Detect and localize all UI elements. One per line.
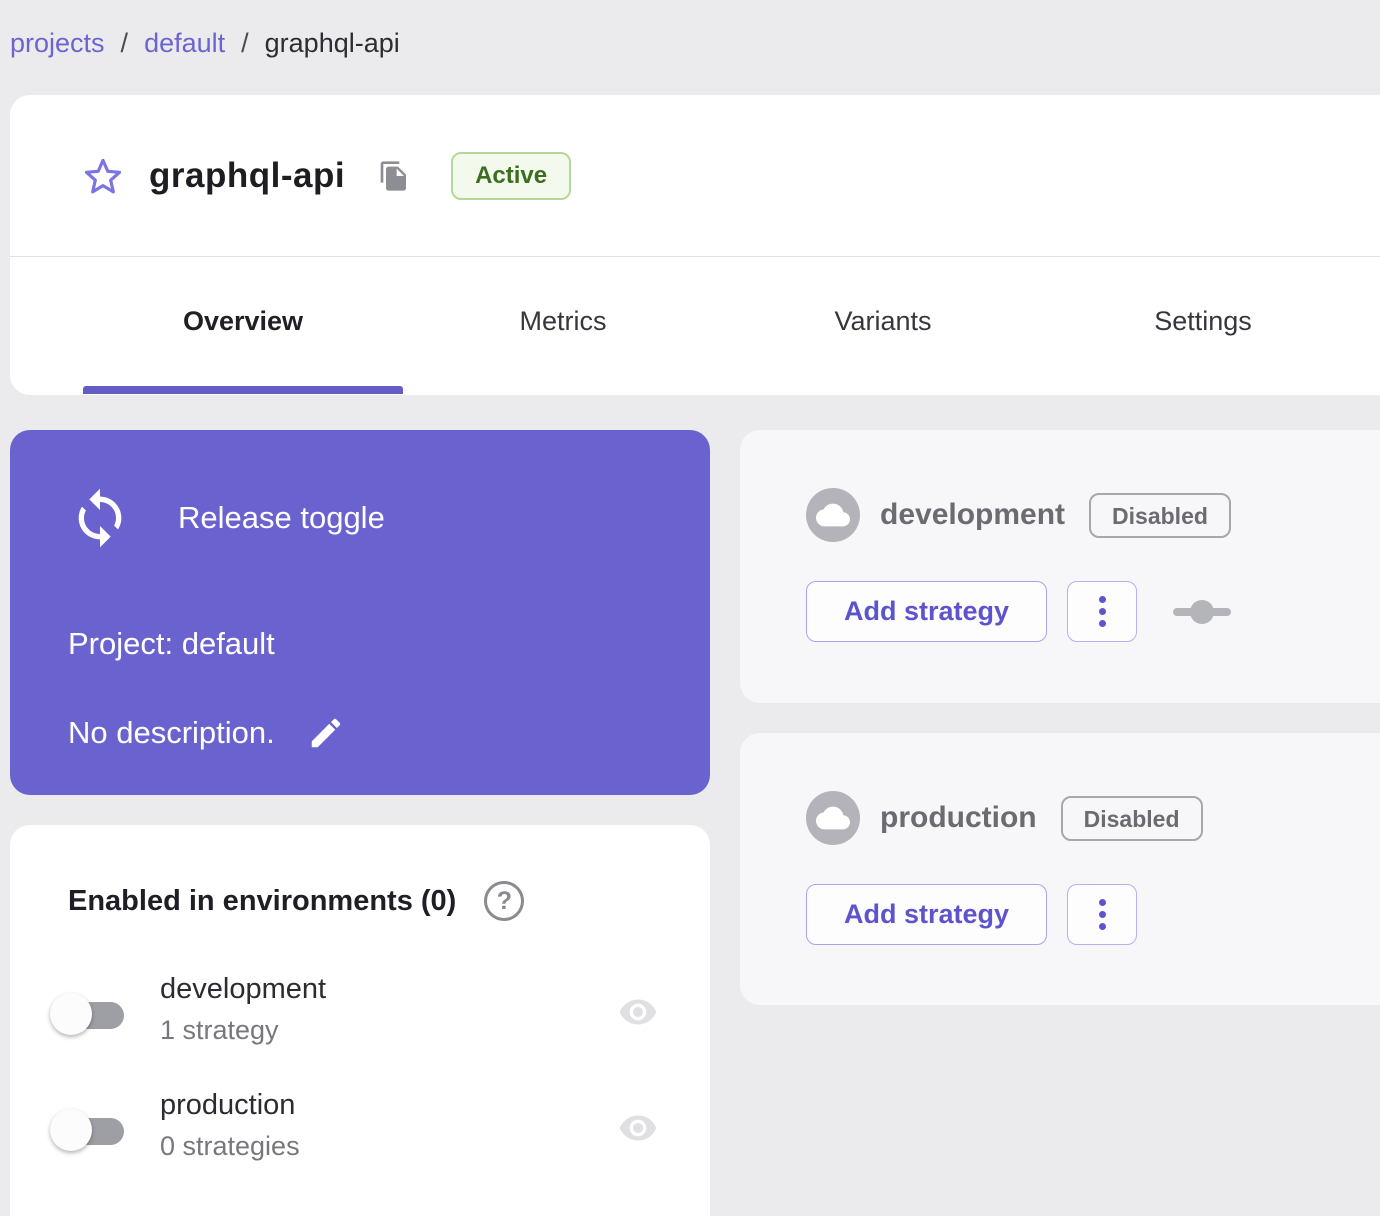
show-environment-button[interactable]	[614, 1107, 662, 1149]
breadcrumb-default-link[interactable]: default	[144, 28, 225, 59]
add-strategy-button[interactable]: Add strategy	[806, 581, 1047, 642]
enabled-environments-title: Enabled in environments (0)	[68, 884, 457, 917]
toggle-type-label: Release toggle	[178, 500, 385, 535]
breadcrumb-separator: /	[120, 28, 129, 58]
feature-header-card: graphql-api Active Overview Metrics Vari…	[10, 95, 1380, 395]
development-card-header: development Disabled	[806, 488, 1231, 542]
environment-strategy-count: 1 strategy	[160, 1015, 279, 1045]
release-toggle-icon	[78, 488, 122, 548]
development-card-actions: Add strategy	[806, 581, 1233, 642]
copy-name-button[interactable]	[377, 159, 411, 193]
production-strategies-card: production Disabled Add strategy	[740, 733, 1380, 1005]
production-card-actions: Add strategy	[806, 884, 1137, 945]
eye-icon	[619, 999, 657, 1025]
environment-status-badge: Disabled	[1089, 492, 1231, 538]
active-tab-indicator	[83, 386, 403, 394]
strategy-indicator-icon	[1171, 599, 1233, 625]
enabled-environments-panel: Enabled in environments (0) ? developmen…	[10, 825, 710, 1216]
page-title: graphql-api	[149, 155, 346, 195]
cloud-icon	[816, 806, 850, 830]
environment-row-production: production 0 strategies	[50, 1089, 670, 1173]
copy-icon	[380, 160, 407, 191]
favorite-button[interactable]	[83, 156, 123, 196]
environment-name: production	[160, 1089, 296, 1121]
star-icon	[84, 158, 122, 193]
more-options-button[interactable]	[1067, 884, 1137, 945]
environment-row-development: development 1 strategy	[50, 973, 670, 1057]
edit-description-button[interactable]	[305, 712, 347, 754]
cloud-icon	[816, 503, 850, 527]
environment-card-name: production	[880, 801, 1037, 834]
environment-avatar	[806, 791, 860, 845]
feature-page: projects / default / graphql-api graphql…	[0, 0, 1380, 1216]
production-card-header: production Disabled	[806, 791, 1203, 845]
pencil-icon	[311, 718, 341, 748]
kebab-icon	[1098, 899, 1106, 906]
tab-variants[interactable]: Variants	[723, 257, 1043, 386]
more-options-button[interactable]	[1067, 581, 1137, 642]
add-strategy-button[interactable]: Add strategy	[806, 884, 1047, 945]
toggle-thumb	[50, 1109, 92, 1151]
show-environment-button[interactable]	[614, 991, 662, 1033]
feature-header-row: graphql-api Active	[10, 95, 1380, 257]
tab-metrics[interactable]: Metrics	[403, 257, 723, 386]
development-toggle-switch[interactable]	[50, 991, 142, 1039]
tab-overview[interactable]: Overview	[83, 257, 403, 386]
kebab-icon	[1098, 596, 1106, 603]
toggle-thumb	[50, 993, 92, 1035]
breadcrumb-separator: /	[241, 28, 249, 58]
description-label: No description.	[68, 715, 275, 750]
question-mark-icon: ?	[496, 886, 512, 915]
breadcrumb-current: graphql-api	[264, 28, 400, 58]
help-button[interactable]: ?	[484, 881, 525, 921]
breadcrumb: projects / default / graphql-api	[10, 28, 400, 59]
feature-tabs: Overview Metrics Variants Settings	[10, 257, 1380, 394]
environment-card-name: development	[880, 498, 1066, 531]
description-row: No description.	[68, 712, 347, 754]
development-strategies-card: development Disabled Add strategy	[740, 430, 1380, 703]
toggle-type-row: Release toggle	[68, 486, 385, 550]
tab-settings[interactable]: Settings	[1043, 257, 1363, 386]
status-badge: Active	[451, 151, 572, 200]
environment-status-badge: Disabled	[1060, 795, 1203, 841]
breadcrumb-projects-link[interactable]: projects	[10, 28, 105, 59]
feature-meta-card: Release toggle Project: default No descr…	[10, 430, 710, 795]
environment-strategy-count: 0 strategies	[160, 1131, 300, 1161]
project-label: Project: default	[68, 626, 275, 661]
environment-avatar	[806, 488, 860, 542]
environment-name: development	[160, 973, 327, 1005]
production-toggle-switch[interactable]	[50, 1107, 142, 1155]
eye-icon	[619, 1115, 657, 1141]
